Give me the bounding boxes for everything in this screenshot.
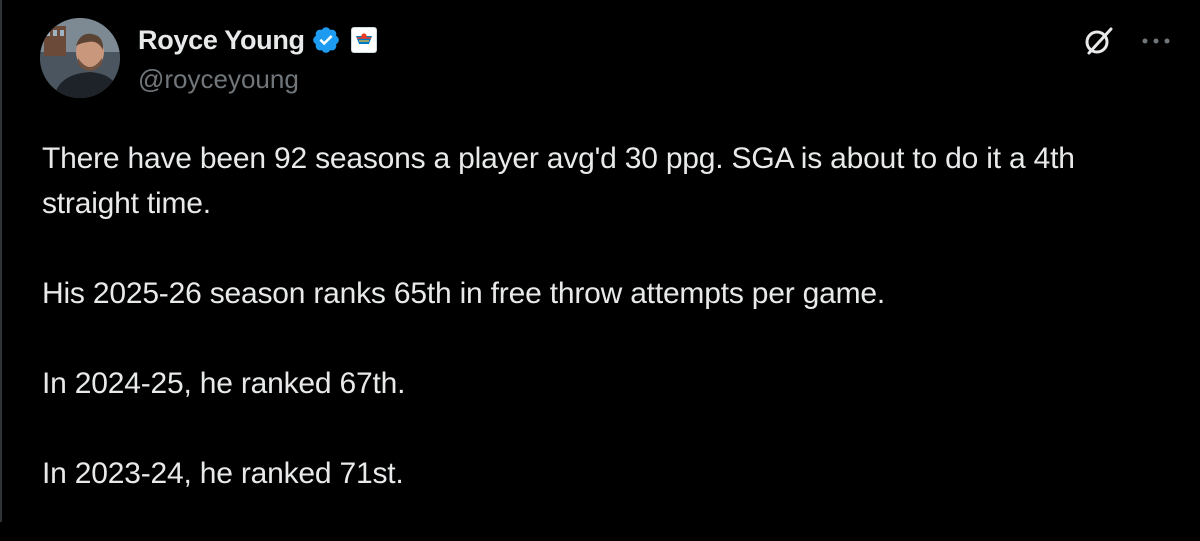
grok-button[interactable]	[1082, 24, 1116, 58]
avatar-image	[40, 18, 120, 98]
tweet-paragraph: There have been 92 seasons a player avg'…	[42, 142, 1075, 220]
tweet-paragraph: His 2025-26 season ranks 65th in free th…	[42, 277, 886, 310]
more-options-button[interactable]	[1136, 24, 1176, 58]
okc-thunder-affiliate-icon[interactable]	[350, 27, 377, 53]
verified-badge-icon[interactable]	[311, 25, 341, 55]
avatar[interactable]	[40, 18, 120, 98]
more-icon	[1142, 38, 1170, 44]
grok-icon	[1085, 27, 1113, 55]
author-name-row: Royce Young	[138, 20, 377, 60]
tweet-paragraph: In 2023-24, he ranked 71st.	[42, 457, 404, 490]
tweet-paragraph: In 2024-25, he ranked 67th.	[42, 367, 406, 400]
author-handle[interactable]: @royceyoung	[138, 64, 299, 95]
tweet-text: There have been 92 seasons a player avg'…	[42, 136, 1172, 541]
author-display-name[interactable]: Royce Young	[138, 25, 305, 56]
thunder-logo-icon	[355, 33, 372, 44]
tweet[interactable]: Royce Young @royceyoung There have been …	[0, 0, 1200, 522]
